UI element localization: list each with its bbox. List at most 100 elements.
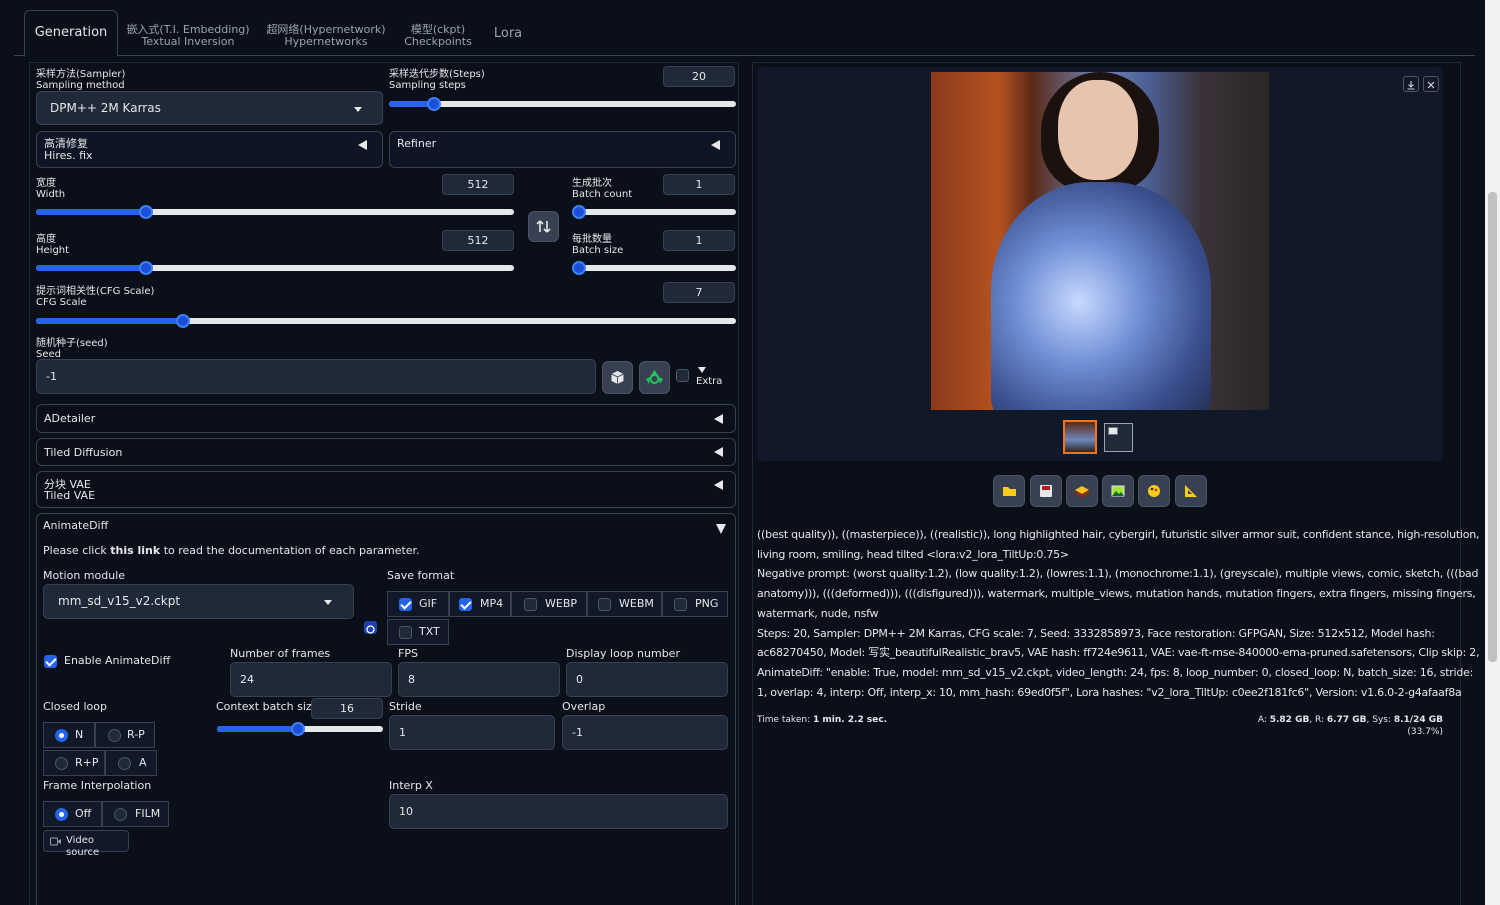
extra-seed-checkbox[interactable] xyxy=(676,369,689,382)
format-png-checkbox[interactable] xyxy=(674,598,687,611)
batch-count-input[interactable]: 1 xyxy=(663,174,735,195)
width-slider-thumb[interactable] xyxy=(138,205,153,219)
folder-icon xyxy=(1003,487,1016,496)
tab-textual-inversion[interactable]: 嵌入式(T.I. Embedding) Textual Inversion xyxy=(124,10,252,57)
cfg-slider-thumb[interactable] xyxy=(176,314,190,328)
format-webm-option[interactable]: WEBM xyxy=(587,591,662,617)
fps-input[interactable]: 8 xyxy=(398,662,560,697)
page-scrollbar[interactable] xyxy=(1485,0,1500,905)
armor-shape xyxy=(991,182,1211,410)
loop-number-label: Display loop number xyxy=(566,647,680,660)
tiled-vae-accordion[interactable]: 分块 VAE Tiled VAE xyxy=(36,471,736,508)
closed-loop-a-radio[interactable] xyxy=(118,757,131,770)
format-txt-checkbox[interactable] xyxy=(399,626,412,639)
batch-count-slider[interactable] xyxy=(572,205,736,219)
tab-generation[interactable]: Generation xyxy=(24,10,118,57)
height-slider-thumb[interactable] xyxy=(138,261,153,275)
batch-size-input[interactable]: 1 xyxy=(663,230,735,251)
loop-number-input[interactable]: 0 xyxy=(566,662,728,697)
batch-size-slider-thumb[interactable] xyxy=(572,261,586,275)
sampler-label: 采样方法(Sampler) Sampling method xyxy=(36,69,126,91)
tab-checkpoints[interactable]: 模型(ckpt) Checkpoints xyxy=(398,10,478,57)
swap-dimensions-button[interactable] xyxy=(528,211,559,242)
closed-loop-n-option[interactable]: N xyxy=(43,722,95,748)
batch-count-label: 生成批次 Batch count xyxy=(572,178,633,200)
closed-loop-rp-option[interactable]: R-P xyxy=(95,722,155,748)
motion-module-dropdown[interactable]: mm_sd_v15_v2.ckpt xyxy=(43,584,354,619)
height-input[interactable]: 512 xyxy=(442,230,514,251)
info-line: Negative prompt: (worst quality:1.2), (l… xyxy=(757,567,1479,581)
gallery-thumbnail-2[interactable] xyxy=(1104,423,1133,452)
closed-loop-rp-radio[interactable] xyxy=(108,729,121,742)
gallery-thumbnail-1[interactable] xyxy=(1063,420,1097,454)
hires-fix-accordion[interactable]: 高清修复 Hires. fix xyxy=(36,131,383,168)
extra-expand-icon xyxy=(698,367,706,373)
format-gif-option[interactable]: GIF xyxy=(387,591,449,617)
format-png-option[interactable]: PNG xyxy=(662,591,728,617)
documentation-link[interactable]: this link xyxy=(110,544,160,557)
interp-x-input[interactable]: 10 xyxy=(389,794,728,829)
closed-loop-a-option[interactable]: A xyxy=(105,750,157,776)
batch-size-slider[interactable] xyxy=(572,261,736,275)
adetailer-accordion[interactable]: ADetailer xyxy=(36,404,736,433)
format-mp4-checkbox[interactable] xyxy=(459,598,472,611)
random-seed-button[interactable] xyxy=(602,361,633,394)
batch-count-slider-thumb[interactable] xyxy=(572,205,586,219)
format-txt-option[interactable]: TXT xyxy=(387,619,449,645)
width-slider[interactable] xyxy=(36,205,514,219)
interp-off-radio[interactable] xyxy=(55,808,68,821)
save-button[interactable] xyxy=(1030,475,1062,507)
refiner-accordion[interactable]: Refiner xyxy=(389,131,736,168)
generated-image[interactable] xyxy=(931,72,1269,410)
download-button[interactable] xyxy=(1403,76,1419,92)
close-image-button[interactable] xyxy=(1423,76,1439,92)
open-folder-button[interactable] xyxy=(993,475,1025,507)
sampler-dropdown[interactable]: DPM++ 2M Karras xyxy=(36,91,383,125)
expand-arrow-icon[interactable] xyxy=(716,524,726,534)
tiled-diffusion-accordion[interactable]: Tiled Diffusion xyxy=(36,438,736,466)
cfg-input[interactable]: 7 xyxy=(663,282,735,303)
enable-animatediff-label[interactable]: Enable AnimateDiff xyxy=(64,655,170,667)
animatediff-title[interactable]: AnimateDiff xyxy=(43,520,108,532)
seed-input[interactable]: -1 xyxy=(36,359,596,394)
extra-label[interactable]: Extra xyxy=(696,376,722,388)
context-batch-slider[interactable] xyxy=(217,722,383,736)
format-gif-checkbox[interactable] xyxy=(399,598,412,611)
memory-usage: A: 5.82 GB, R: 6.77 GB, Sys: 8.1/24 GB (… xyxy=(1257,715,1443,737)
interp-film-option[interactable]: FILM xyxy=(102,801,169,827)
interp-film-radio[interactable] xyxy=(114,808,127,821)
height-slider[interactable] xyxy=(36,261,514,275)
context-batch-input[interactable]: 16 xyxy=(311,698,383,719)
stride-input[interactable]: 1 xyxy=(389,715,555,750)
overlap-input[interactable]: -1 xyxy=(562,715,728,750)
refresh-models-button[interactable] xyxy=(364,621,377,634)
steps-slider[interactable] xyxy=(389,97,736,111)
format-webm-checkbox[interactable] xyxy=(598,598,611,611)
send-to-img2img-button[interactable] xyxy=(1102,475,1134,507)
reuse-seed-button[interactable] xyxy=(639,361,670,394)
collapse-arrow-icon xyxy=(711,140,720,150)
format-mp4-option[interactable]: MP4 xyxy=(449,591,511,617)
width-input[interactable]: 512 xyxy=(442,174,514,195)
send-to-extras-button[interactable] xyxy=(1175,475,1207,507)
closed-loop-n-radio[interactable] xyxy=(55,729,68,742)
steps-slider-thumb[interactable] xyxy=(427,97,442,111)
frames-input[interactable]: 24 xyxy=(230,662,392,697)
cfg-slider[interactable] xyxy=(36,314,736,328)
interp-off-option[interactable]: Off xyxy=(43,801,102,827)
closed-loop-rpp-option[interactable]: R+P xyxy=(43,750,105,776)
tab-lora[interactable]: Lora xyxy=(486,10,530,57)
scrollbar-thumb[interactable] xyxy=(1488,192,1497,662)
steps-input[interactable]: 20 xyxy=(663,66,735,87)
format-webp-option[interactable]: WEBP xyxy=(511,591,587,617)
tab-hypernetworks[interactable]: 超网络(Hypernetwork) Hypernetworks xyxy=(262,10,390,57)
closed-loop-rpp-radio[interactable] xyxy=(55,757,68,770)
zip-button[interactable] xyxy=(1066,475,1098,507)
send-to-inpaint-button[interactable] xyxy=(1138,475,1170,507)
steps-label: 采样迭代步数(Steps) Sampling steps xyxy=(389,69,485,91)
tiled-diffusion-label: Tiled Diffusion xyxy=(44,446,123,459)
enable-animatediff-checkbox[interactable] xyxy=(44,655,57,668)
image-icon xyxy=(1111,485,1125,497)
video-source-button[interactable]: Video source xyxy=(43,830,129,858)
format-webp-checkbox[interactable] xyxy=(524,598,537,611)
